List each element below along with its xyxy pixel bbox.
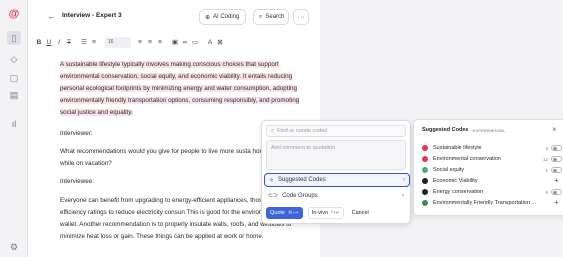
code-color-dot (422, 178, 428, 184)
quotation-popover: ⌕ Find or create codes Add comment to qu… (261, 120, 411, 224)
comment-input[interactable]: Add comment to quotation (266, 140, 406, 170)
sparkle-icon: ✧ (269, 177, 275, 184)
code-label: Environmentally Friendly Transportation … (433, 200, 537, 206)
panel-title-text: Suggested Codes (422, 127, 469, 133)
tag-icon[interactable]: ◇ (7, 52, 21, 66)
chart-icon[interactable]: ıl (7, 117, 21, 131)
code-row[interactable]: Environmentally Friendly Transportation … (422, 198, 562, 208)
code-toggle[interactable] (551, 167, 562, 173)
code-toggle[interactable] (551, 156, 562, 162)
app-logo-icon[interactable]: @ (7, 7, 21, 21)
document-title: Interview - Expert 3 (62, 12, 122, 19)
code-color-dot (422, 145, 428, 151)
align-right-icon[interactable]: ≡ (155, 39, 165, 46)
code-count: 6 (545, 189, 548, 195)
code-row[interactable]: Energy conservation 6 (422, 187, 562, 197)
strikethrough-button[interactable]: T (64, 39, 74, 46)
suggested-codes-label: Suggested Codes (278, 177, 326, 183)
code-label: Economic Viability (433, 178, 478, 184)
back-arrow-icon[interactable]: ← (47, 11, 56, 21)
popover-actions: Quote ⌘+↵ In-vivo ^+↵ Cancel (266, 206, 408, 220)
code-color-dot (422, 189, 428, 195)
chat-icon[interactable]: ▢ (7, 71, 21, 85)
code-color-dot (422, 156, 428, 162)
font-size-select[interactable]: 16 (105, 36, 131, 48)
invivo-button[interactable]: In-vivo ^+↵ (307, 207, 344, 219)
code-groups-icon: ⊂⊃ (268, 193, 279, 199)
invivo-label: In-vivo (311, 210, 329, 216)
highlighted-text: A sustainable lifestyle typically involv… (60, 61, 300, 116)
comment-icon[interactable]: ▭ (190, 38, 200, 46)
code-row[interactable]: Environmental conservation 12 (422, 154, 562, 164)
formatting-toolbar: B U I T ☰ ≡ 16 ≡ ≡ ≡ ▣ ∞ ▭ A ⊠ (34, 34, 314, 50)
image-icon[interactable]: ▣ (170, 38, 180, 46)
font-size-value: 16 (108, 39, 114, 45)
code-search-input[interactable]: ⌕ Find or create codes (266, 125, 406, 137)
document-header: ← Interview - Expert 3 ⊕ AI Coding ⌕ Sea… (28, 8, 320, 28)
code-toggle[interactable] (551, 189, 562, 195)
panel-title: Suggested Codes EXPERIMENTAL (422, 127, 505, 133)
code-color-dot (422, 167, 428, 173)
search-button[interactable]: ⌕ Search (253, 9, 289, 25)
code-count: 1 (545, 167, 548, 173)
more-options-button[interactable]: ··· (293, 9, 309, 25)
code-row[interactable]: Sustainable lifestyle 2 (422, 143, 562, 153)
settings-icon[interactable]: ⚙ (7, 240, 21, 254)
highlighted-paragraph[interactable]: A sustainable lifestyle typically involv… (60, 59, 314, 119)
quote-label: Quote (270, 210, 285, 216)
code-toggle[interactable] (551, 145, 562, 151)
align-left-icon[interactable]: ≡ (135, 39, 145, 46)
italic-button[interactable]: I (54, 39, 64, 46)
code-count: 12 (542, 156, 548, 162)
search-icon: ⌕ (259, 13, 263, 20)
code-row[interactable]: Social equity 1 (422, 165, 562, 175)
align-center-icon[interactable]: ≡ (145, 39, 155, 46)
add-code-icon[interactable]: + (551, 199, 562, 207)
quote-shortcut: ⌘+↵ (287, 210, 299, 215)
clear-format-icon[interactable]: ⊠ (215, 38, 225, 46)
experimental-badge: EXPERIMENTAL (472, 127, 506, 133)
bullet-list-icon[interactable]: ☰ (79, 38, 89, 46)
code-color-dot (422, 200, 428, 206)
search-label: Search (265, 14, 285, 20)
document-icon[interactable]: ▯ (7, 31, 21, 45)
bookmark-icon[interactable]: ▤ (7, 88, 21, 102)
invivo-shortcut: ^+↵ (331, 210, 340, 215)
left-rail: @ ▯ ◇ ▢ ▤ ıl ⚙ (0, 0, 28, 257)
underline-button[interactable]: U (44, 39, 54, 46)
code-row[interactable]: Economic Viability + (422, 176, 562, 186)
code-label: Sustainable lifestyle (433, 145, 482, 151)
add-code-icon[interactable]: + (551, 177, 562, 185)
code-count: 2 (545, 145, 548, 151)
code-label: Social equity (433, 167, 465, 173)
link-icon[interactable]: ∞ (180, 39, 190, 46)
ai-coding-icon: ⊕ (205, 14, 211, 21)
bold-button[interactable]: B (34, 39, 44, 46)
cancel-button[interactable]: Cancel (349, 207, 372, 219)
quote-button[interactable]: Quote ⌘+↵ (266, 207, 303, 219)
chevron-right-icon: › (403, 177, 405, 183)
chevron-right-icon: › (402, 192, 404, 199)
code-groups-item[interactable]: ⊂⊃ Code Groups › (266, 190, 406, 201)
app-window: @ ▯ ◇ ▢ ▤ ıl ⚙ ← Interview - Expert 3 ⊕ … (0, 0, 563, 257)
suggested-codes-panel: Suggested Codes EXPERIMENTAL × Sustainab… (413, 119, 563, 216)
close-icon[interactable]: × (552, 125, 557, 134)
code-groups-label: Code Groups (282, 192, 318, 199)
code-search-placeholder: Find or create codes (277, 128, 328, 134)
text-color-icon[interactable]: A (205, 39, 215, 46)
code-label: Energy conservation (433, 189, 484, 195)
numbered-list-icon[interactable]: ≡ (89, 39, 99, 46)
ai-coding-button[interactable]: ⊕ AI Coding (199, 9, 246, 25)
ai-coding-label: AI Coding (213, 14, 240, 20)
code-label: Environmental conservation (433, 156, 501, 162)
suggested-codes-item[interactable]: ✧ Suggested Codes › (264, 173, 410, 187)
search-icon: ⌕ (271, 127, 275, 134)
